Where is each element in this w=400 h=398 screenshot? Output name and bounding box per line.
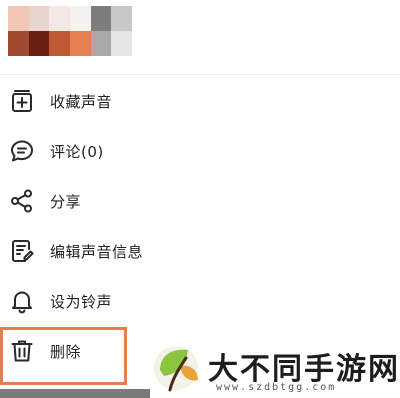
menu-item-label: 设为铃声 <box>50 293 113 311</box>
watermark-url: www.szdbtgg.com <box>216 382 337 393</box>
menu-item-comment[interactable]: 评论(0) <box>0 126 400 176</box>
menu-item-label: 分享 <box>50 193 82 211</box>
menu-item-set-ringtone[interactable]: 设为铃声 <box>0 276 400 326</box>
mosaic-tile <box>49 6 70 31</box>
edit-document-icon <box>9 238 35 264</box>
mosaic-tile <box>8 31 29 56</box>
bell-icon <box>9 288 35 314</box>
menu-item-label: 编辑声音信息 <box>50 243 144 261</box>
watermark-logo-icon <box>154 346 198 392</box>
mosaic-tile <box>90 31 112 56</box>
watermark: 大不同手游网 www.szdbtgg.com <box>150 340 400 398</box>
mosaic-tile <box>69 6 91 31</box>
delete-highlight-box <box>0 327 127 385</box>
menu-item-label: 收藏声音 <box>50 93 113 111</box>
mosaic-tile <box>111 6 132 31</box>
mosaic-tile <box>90 6 112 31</box>
mosaic-tile <box>28 31 50 56</box>
menu-item-collect[interactable]: 收藏声音 <box>0 76 400 126</box>
comment-icon <box>9 138 35 164</box>
menu-item-edit-info[interactable]: 编辑声音信息 <box>0 226 400 276</box>
mosaic-tile <box>8 6 29 31</box>
bottom-bar <box>0 389 150 398</box>
app-screen: 收藏声音 评论(0) 分享 编辑声音信息 设为铃声 删除 大不同手游网 www.… <box>0 0 400 398</box>
pixelated-header-image <box>8 6 132 56</box>
header-divider <box>0 74 400 75</box>
mosaic-tile <box>28 6 50 31</box>
mosaic-tile <box>69 31 91 56</box>
menu-item-share[interactable]: 分享 <box>0 176 400 226</box>
mosaic-tile <box>111 31 132 56</box>
add-to-collection-icon <box>9 88 35 114</box>
mosaic-tile <box>49 31 70 56</box>
share-icon <box>9 188 35 214</box>
menu-item-label: 评论(0) <box>50 143 104 161</box>
